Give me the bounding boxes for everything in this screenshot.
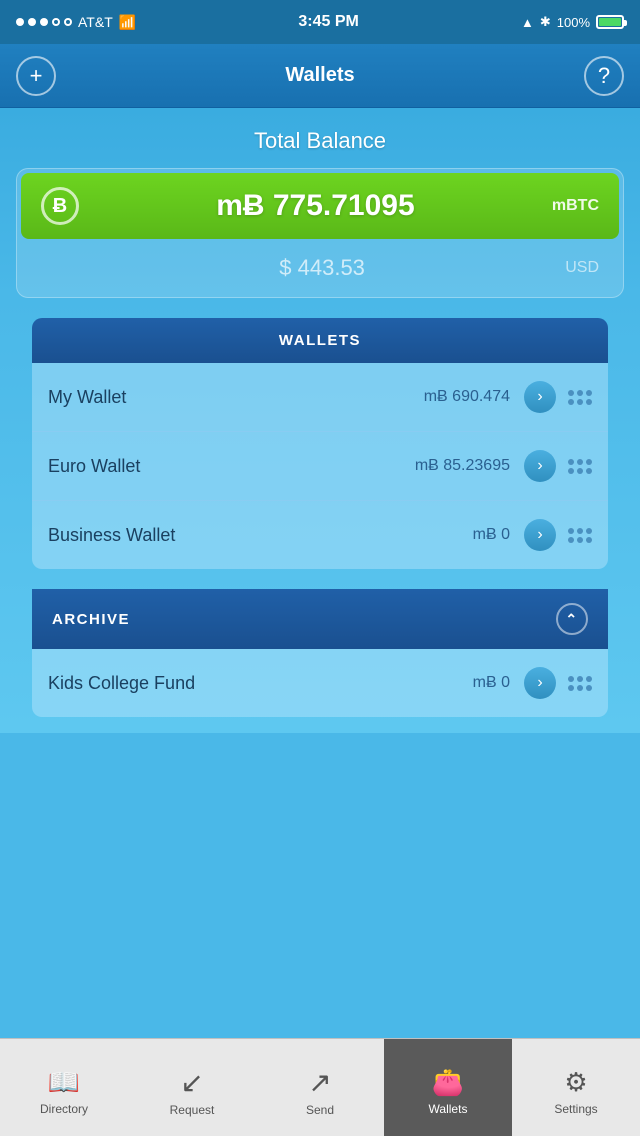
tab-send-label: Send (306, 1103, 334, 1117)
wallet-name-euro-wallet: Euro Wallet (48, 456, 415, 477)
archive-header-label: ARCHIVE (52, 611, 130, 628)
tab-wallets[interactable]: 👛 Wallets (384, 1039, 512, 1136)
time-label: 3:45 PM (298, 13, 358, 31)
battery-label: 100% (557, 15, 590, 30)
tab-request-label: Request (170, 1103, 215, 1117)
status-left: AT&T 📶 (16, 14, 136, 31)
bitcoin-icon: Ƀ (41, 187, 79, 225)
wallet-arrow-my-wallet[interactable]: › (524, 381, 556, 413)
main-content: Total Balance Ƀ mɃ 775.71095 mBTC $ 443.… (0, 108, 640, 733)
carrier-label: AT&T (78, 14, 113, 30)
tab-wallets-label: Wallets (429, 1102, 468, 1116)
add-wallet-button[interactable]: + (16, 56, 56, 96)
tab-settings-label: Settings (554, 1102, 597, 1116)
nav-title: Wallets (285, 64, 354, 87)
tab-send[interactable]: ↗ Send (256, 1039, 384, 1136)
wallet-reorder-business-wallet[interactable] (568, 528, 592, 543)
location-icon: ▲ (521, 15, 534, 30)
archive-section-header[interactable]: ARCHIVE ⌃ (32, 589, 608, 649)
wallet-balance-kids-college: mɃ 0 (473, 674, 510, 692)
battery-fill (599, 18, 621, 26)
usd-amount: $ 443.53 (79, 255, 565, 281)
directory-icon: 📖 (48, 1067, 80, 1098)
dot3 (40, 18, 48, 26)
nav-bar: + Wallets ? (0, 44, 640, 108)
wallet-balance-euro-wallet: mɃ 85.23695 (415, 457, 510, 475)
help-button[interactable]: ? (584, 56, 624, 96)
btc-amount: mɃ 775.71095 (79, 189, 552, 223)
wallet-reorder-euro-wallet[interactable] (568, 459, 592, 474)
tab-directory[interactable]: 📖 Directory (0, 1039, 128, 1136)
balance-card: Ƀ mɃ 775.71095 mBTC $ 443.53 USD (16, 168, 624, 298)
tab-bar: 📖 Directory ↙ Request ↗ Send 👛 Wallets ⚙… (0, 1038, 640, 1136)
status-bar: AT&T 📶 3:45 PM ▲ ✱ 100% (0, 0, 640, 44)
tab-request[interactable]: ↙ Request (128, 1039, 256, 1136)
wallet-arrow-kids-college[interactable]: › (524, 667, 556, 699)
battery-icon (596, 15, 624, 29)
send-icon: ↗ (308, 1066, 331, 1099)
dot1 (16, 18, 24, 26)
archive-section: ARCHIVE ⌃ Kids College Fund mɃ 0 › (32, 579, 608, 717)
wallet-name-kids-college: Kids College Fund (48, 673, 473, 694)
wallet-reorder-kids-college[interactable] (568, 676, 592, 691)
wallet-name-my-wallet: My Wallet (48, 387, 424, 408)
wallet-balance-my-wallet: mɃ 690.474 (424, 388, 510, 406)
sections-wrapper: WALLETS My Wallet mɃ 690.474 › Euro Wall… (16, 318, 624, 733)
dot4 (52, 18, 60, 26)
wifi-icon: 📶 (119, 14, 136, 31)
wallet-arrow-euro-wallet[interactable]: › (524, 450, 556, 482)
wallet-item-my-wallet[interactable]: My Wallet mɃ 690.474 › (32, 363, 608, 432)
wallet-reorder-my-wallet[interactable] (568, 390, 592, 405)
wallet-arrow-business-wallet[interactable]: › (524, 519, 556, 551)
usd-balance-row: $ 443.53 USD (21, 243, 619, 293)
wallet-item-business-wallet[interactable]: Business Wallet mɃ 0 › (32, 501, 608, 569)
tab-settings[interactable]: ⚙ Settings (512, 1039, 640, 1136)
wallet-balance-business-wallet: mɃ 0 (473, 526, 510, 544)
btc-unit: mBTC (552, 197, 599, 215)
tab-directory-label: Directory (40, 1102, 88, 1116)
wallets-section: WALLETS My Wallet mɃ 690.474 › Euro Wall… (32, 318, 608, 569)
usd-unit: USD (565, 259, 599, 277)
btc-balance-row: Ƀ mɃ 775.71095 mBTC (21, 173, 619, 239)
wallet-name-business-wallet: Business Wallet (48, 525, 473, 546)
status-right: ▲ ✱ 100% (521, 14, 624, 30)
request-icon: ↙ (180, 1066, 203, 1099)
dot5 (64, 18, 72, 26)
signal-dots (16, 18, 72, 26)
wallet-item-euro-wallet[interactable]: Euro Wallet mɃ 85.23695 › (32, 432, 608, 501)
bluetooth-icon: ✱ (540, 14, 551, 30)
wallet-item-kids-college[interactable]: Kids College Fund mɃ 0 › (32, 649, 608, 717)
wallets-icon: 👛 (432, 1067, 464, 1098)
settings-icon: ⚙ (564, 1067, 587, 1098)
total-balance-label: Total Balance (16, 128, 624, 154)
dot2 (28, 18, 36, 26)
wallets-section-header: WALLETS (32, 318, 608, 363)
archive-chevron-icon[interactable]: ⌃ (556, 603, 588, 635)
